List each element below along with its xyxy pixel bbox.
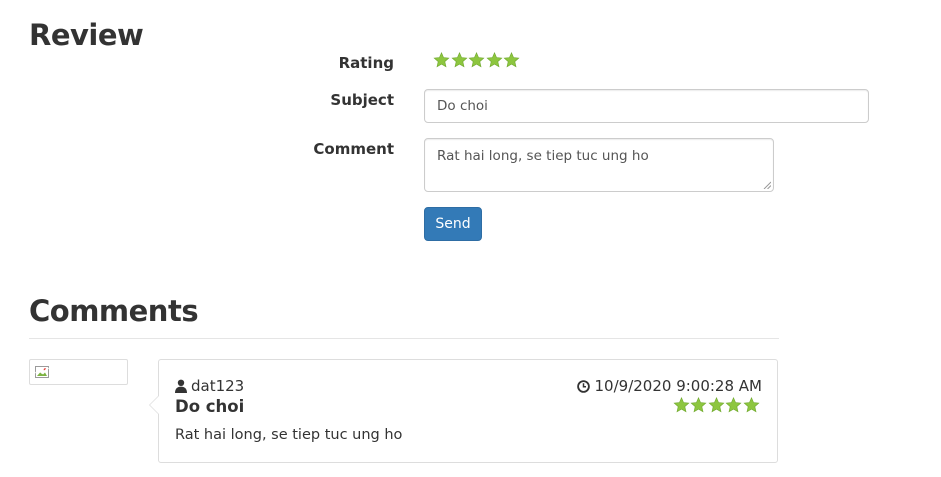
comment-subject: Do choi	[175, 397, 245, 416]
star-icon	[672, 397, 691, 414]
review-heading: Review	[29, 18, 144, 52]
star-icon[interactable]	[468, 52, 486, 69]
star-icon[interactable]	[450, 52, 469, 69]
comment-body: Rat hai long, se tiep tuc ung ho	[175, 427, 403, 443]
send-button[interactable]: Send	[424, 207, 482, 241]
rating-label: Rating	[338, 54, 394, 72]
comment-author: dat123	[175, 377, 244, 395]
star-icon	[742, 397, 761, 414]
comment-textarea-text: Rat hai long, se tiep tuc ung ho	[437, 148, 649, 164]
comments-divider	[29, 338, 779, 339]
comment-rating-stars	[672, 397, 761, 414]
star-icon[interactable]	[485, 52, 504, 69]
star-icon	[690, 397, 708, 414]
comment-label: Comment	[313, 140, 394, 158]
comment-date: 10/9/2020 9:00:28 AM	[576, 377, 762, 395]
clock-icon	[576, 379, 590, 393]
avatar	[29, 359, 128, 385]
comment-textarea[interactable]: Rat hai long, se tiep tuc ung ho	[424, 138, 774, 192]
star-icon	[725, 397, 743, 414]
star-icon[interactable]	[433, 52, 451, 69]
broken-image-icon	[35, 366, 49, 378]
star-icon[interactable]	[503, 52, 521, 69]
comment-card: dat123 10/9/2020 9:00:28 AM Do choi Rat …	[149, 359, 778, 463]
comments-heading: Comments	[29, 294, 199, 328]
user-icon	[175, 379, 187, 393]
comment-author-name: dat123	[191, 377, 245, 395]
comment-date-text: 10/9/2020 9:00:28 AM	[594, 377, 762, 395]
subject-input[interactable]: Do choi	[424, 89, 869, 123]
star-icon	[707, 397, 726, 414]
subject-label: Subject	[330, 91, 394, 109]
resize-grip-icon[interactable]	[763, 181, 771, 189]
rating-stars[interactable]	[433, 52, 521, 69]
